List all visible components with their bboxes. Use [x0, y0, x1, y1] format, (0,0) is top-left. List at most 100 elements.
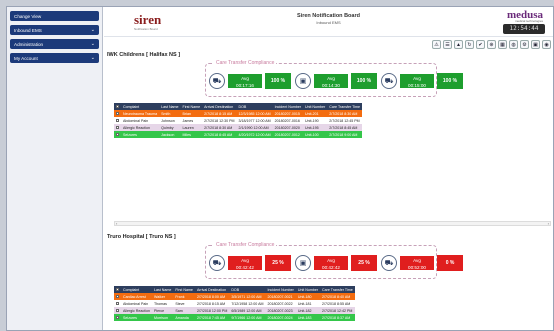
check-icon[interactable]: ✔ [476, 40, 485, 49]
avg-time-box: Avg 00:42:42 [313, 255, 349, 271]
avg-value: 00:42:42 [236, 265, 254, 270]
table-row[interactable]: Seizures Morrison Amanda 2/7/2018 7:45 AM 9/… [114, 314, 355, 321]
table-cell: Thomas [151, 300, 174, 307]
page-title: Siren Notification Board [297, 13, 360, 19]
table-cell: Sam [173, 307, 195, 314]
column-header: First Name [180, 103, 203, 110]
sidebar-item-label: My Account [14, 55, 38, 61]
avg-time-box: Avg 00:42:42 [227, 255, 263, 271]
table-cell: Miles [180, 131, 203, 138]
row-checkbox[interactable] [116, 308, 119, 312]
table-row[interactable]: Seizures Jackson Miles 2/7/2018 8:45 AM 4/20… [114, 131, 362, 138]
table-cell: 2/7/2018 8:37 AM [320, 314, 355, 321]
table-cell: Amanda [173, 314, 195, 321]
sidebar-item-change-view[interactable]: Change View [10, 11, 99, 21]
table-cell: Allergic Reaction [121, 307, 152, 314]
avg-time-box: Avg 00:52:00 [399, 255, 435, 271]
row-select-cell[interactable] [114, 307, 121, 314]
sidebar-item-label: Administration [14, 41, 44, 47]
globe-icon[interactable]: ⊕ [487, 40, 496, 49]
compliance-metric: ▣ Avg 00:14:30 100 % [295, 73, 377, 89]
save-icon[interactable]: ▣ [531, 40, 540, 49]
cylinder-icon[interactable]: ◍ [509, 40, 518, 49]
row-select-cell[interactable] [114, 314, 121, 321]
table-icon[interactable]: ▦ [498, 40, 507, 49]
table-cell: Neurotrauma Trauma [121, 110, 160, 117]
row-select-cell[interactable] [114, 117, 121, 124]
sidebar-item-inbound-ems[interactable]: Inbound EMS ⌄ [10, 25, 99, 35]
scroll-right-icon[interactable]: › [548, 221, 549, 226]
row-select-cell[interactable] [114, 124, 121, 131]
table-cell: 2/7/2018 8:30 AM [202, 124, 237, 131]
row-select-cell[interactable] [114, 293, 121, 300]
care-transfer-compliance-panel: Care Transfer Compliance ⛟ Avg 00:17:16 100 … [205, 60, 463, 97]
select-all-checkbox[interactable] [116, 104, 119, 108]
row-select-cell[interactable] [114, 300, 121, 307]
compliance-percent: 25 % [351, 255, 377, 271]
column-header: First Name [173, 286, 195, 293]
compliance-label: Care Transfer Compliance [214, 60, 277, 66]
table-cell: 2/7/2018 12:42 PM [320, 307, 355, 314]
row-checkbox[interactable] [116, 301, 119, 305]
compliance-percent: 0 % [437, 255, 463, 271]
column-header: Arrival Destination [202, 103, 237, 110]
dashboard-icon[interactable]: ☰ [443, 40, 452, 49]
table-cell: Abdominal Pain [121, 300, 152, 307]
clock: 12:54:44 [503, 24, 545, 34]
table-cell: 20180207-0024 [265, 314, 296, 321]
select-all-checkbox[interactable] [116, 287, 119, 291]
select-all-header[interactable] [114, 286, 121, 293]
select-all-header[interactable] [114, 103, 121, 110]
avg-value: 00:17:16 [236, 83, 254, 88]
table-row[interactable]: Neurotrauma Trauma Smith Brian 2/7/2018 8:1… [114, 110, 362, 117]
table-cell: 20180207-0015 [272, 110, 304, 117]
table-cell: 20180207-0016 [272, 117, 304, 124]
toolbar: ⚠ ☰ ▲ ↻ ✔ ⊕ ▦ ◍ ⚙ ▣ ◉ [432, 40, 551, 49]
camera-icon[interactable]: ◉ [542, 40, 551, 49]
avg-label: Avg [241, 76, 249, 81]
avg-label: Avg [327, 258, 335, 263]
compliance-metric: ▣ Avg 00:42:42 25 % [295, 255, 377, 271]
table-row[interactable]: Abdominal Pain Johnson James 2/7/2018 12:30… [114, 117, 362, 124]
table-cell: Seizures [121, 314, 152, 321]
row-select-cell[interactable] [114, 110, 121, 117]
settings-icon[interactable]: ⚙ [520, 40, 529, 49]
warning-icon[interactable]: ▲ [454, 40, 463, 49]
table-cell: 12/3/1985 12:00 AM [236, 110, 273, 117]
table-cell: James [180, 117, 203, 124]
table-row[interactable]: Allergic Reaction Pierce Sam 2/7/2018 12:00… [114, 307, 355, 314]
row-checkbox[interactable] [116, 111, 119, 115]
ambulance-icon[interactable]: ⚠ [432, 40, 441, 49]
table-cell: 20180207-0021 [265, 293, 296, 300]
column-header: Complaint [121, 103, 160, 110]
horizontal-scrollbar[interactable]: ‹ › [114, 221, 551, 226]
chevron-down-icon: ⌄ [90, 55, 95, 61]
column-header: Incident Number [272, 103, 304, 110]
row-checkbox[interactable] [116, 125, 119, 129]
table-row[interactable]: Cardiac Arrest Walker Frank 2/7/2018 8:00 A… [114, 293, 355, 300]
avg-time-box: Avg 00:14:30 [313, 73, 349, 89]
scroll-left-icon[interactable]: ‹ [116, 221, 117, 226]
column-header: Care Transfer Time [327, 103, 362, 110]
avg-value: 00:42:42 [322, 265, 340, 270]
table-cell: Unit-180 [295, 293, 321, 300]
row-checkbox[interactable] [116, 132, 119, 136]
row-checkbox[interactable] [116, 294, 119, 298]
table-cell: 2/7/2018 8:15 AM [202, 110, 237, 117]
sidebar-item-my-account[interactable]: My Account ⌄ [10, 53, 99, 63]
refresh-icon[interactable]: ↻ [465, 40, 474, 49]
transfer-icon: ⛟ [381, 73, 397, 89]
sidebar-item-administration[interactable]: Administration ⌄ [10, 39, 99, 49]
table-row[interactable]: Abdominal Pain Thomas Steve 2/7/2018 8:15 A… [114, 300, 355, 307]
timer-icon: ▣ [295, 255, 311, 271]
row-checkbox[interactable] [116, 118, 119, 122]
compliance-metric: ⛟ Avg 00:52:00 0 % [381, 255, 463, 271]
chevron-down-icon: ⌄ [90, 27, 95, 33]
table-cell: 2/7/2018 8:40 AM [320, 293, 355, 300]
timer-icon: ▣ [295, 73, 311, 89]
patients-table: Complaint Last Name First Name Arrival Dest… [114, 286, 355, 321]
row-checkbox[interactable] [116, 315, 119, 319]
row-select-cell[interactable] [114, 131, 121, 138]
care-transfer-compliance-panel: Care Transfer Compliance ⛟ Avg 00:42:42 25 %… [205, 242, 463, 279]
table-row[interactable]: Allergic Reaction Quimby Lauren 2/7/2018 8:… [114, 124, 362, 131]
